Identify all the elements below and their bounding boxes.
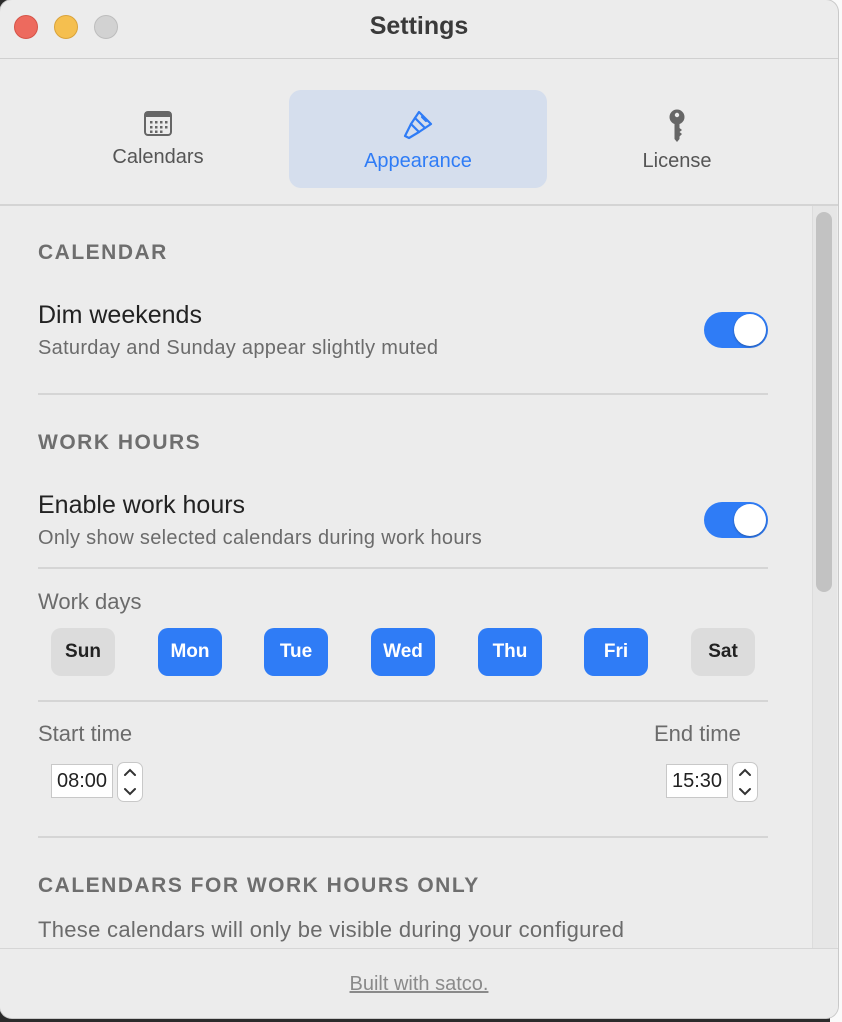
day-button-wed[interactable]: Wed [371, 628, 435, 676]
scrollbar-thumb[interactable] [816, 212, 832, 592]
tab-appearance[interactable]: Appearance [289, 90, 547, 188]
dim-weekends-title: Dim weekends [38, 301, 202, 329]
day-button-tue[interactable]: Tue [264, 628, 328, 676]
day-button-sun[interactable]: Sun [51, 628, 115, 676]
divider [38, 393, 768, 395]
day-button-fri[interactable]: Fri [584, 628, 648, 676]
work-hours-calendars-description: These calendars will only be visible dur… [38, 917, 625, 942]
tab-calendars-label: Calendars [112, 146, 204, 168]
chevron-up-icon[interactable] [738, 767, 752, 777]
dim-weekends-toggle[interactable] [704, 312, 768, 348]
window-title: Settings [369, 12, 469, 40]
work-days-label: Work days [38, 589, 142, 614]
enable-work-hours-title: Enable work hours [38, 491, 246, 519]
end-time-label: End time [654, 721, 741, 746]
settings-window: Settings Calendars Appearance License CA… [0, 0, 838, 1018]
start-time-field[interactable]: 08:00 [51, 764, 113, 798]
dim-weekends-subtitle: Saturday and Sunday appear slightly mute… [38, 337, 439, 359]
day-button-mon[interactable]: Mon [158, 628, 222, 676]
toolbar-divider [0, 58, 838, 59]
key-icon [548, 108, 806, 142]
divider [38, 567, 768, 569]
section-title-work-hours-calendars: CALENDARS FOR WORK HOURS ONLY [38, 874, 480, 897]
end-time-field[interactable]: 15:30 [666, 764, 728, 798]
divider [38, 700, 768, 702]
settings-content: CALENDAR Dim weekends Saturday and Sunda… [0, 206, 838, 948]
divider [38, 836, 768, 838]
title-bar: Settings [0, 0, 838, 58]
toggle-knob [734, 504, 766, 536]
chevron-down-icon[interactable] [738, 787, 752, 797]
toggle-knob [734, 314, 766, 346]
day-button-thu[interactable]: Thu [478, 628, 542, 676]
enable-work-hours-subtitle: Only show selected calendars during work… [38, 527, 483, 549]
start-time-label: Start time [38, 721, 133, 746]
section-title-work-hours: WORK HOURS [38, 431, 202, 454]
footer: Built with satco. [0, 949, 838, 1018]
tab-appearance-label: Appearance [364, 150, 472, 172]
tab-license[interactable]: License [548, 90, 806, 188]
start-time-stepper[interactable] [117, 762, 143, 802]
tab-license-label: License [642, 150, 712, 172]
chevron-down-icon[interactable] [123, 787, 137, 797]
end-time-stepper[interactable] [732, 762, 758, 802]
enable-work-hours-toggle[interactable] [704, 502, 768, 538]
day-button-sat[interactable]: Sat [691, 628, 755, 676]
built-with-link[interactable]: Built with satco. [0, 973, 838, 996]
calendar-icon [29, 108, 287, 142]
paintbrush-icon [289, 108, 547, 142]
tab-calendars[interactable]: Calendars [29, 90, 287, 188]
chevron-up-icon[interactable] [123, 767, 137, 777]
section-title-calendar: CALENDAR [38, 241, 168, 264]
